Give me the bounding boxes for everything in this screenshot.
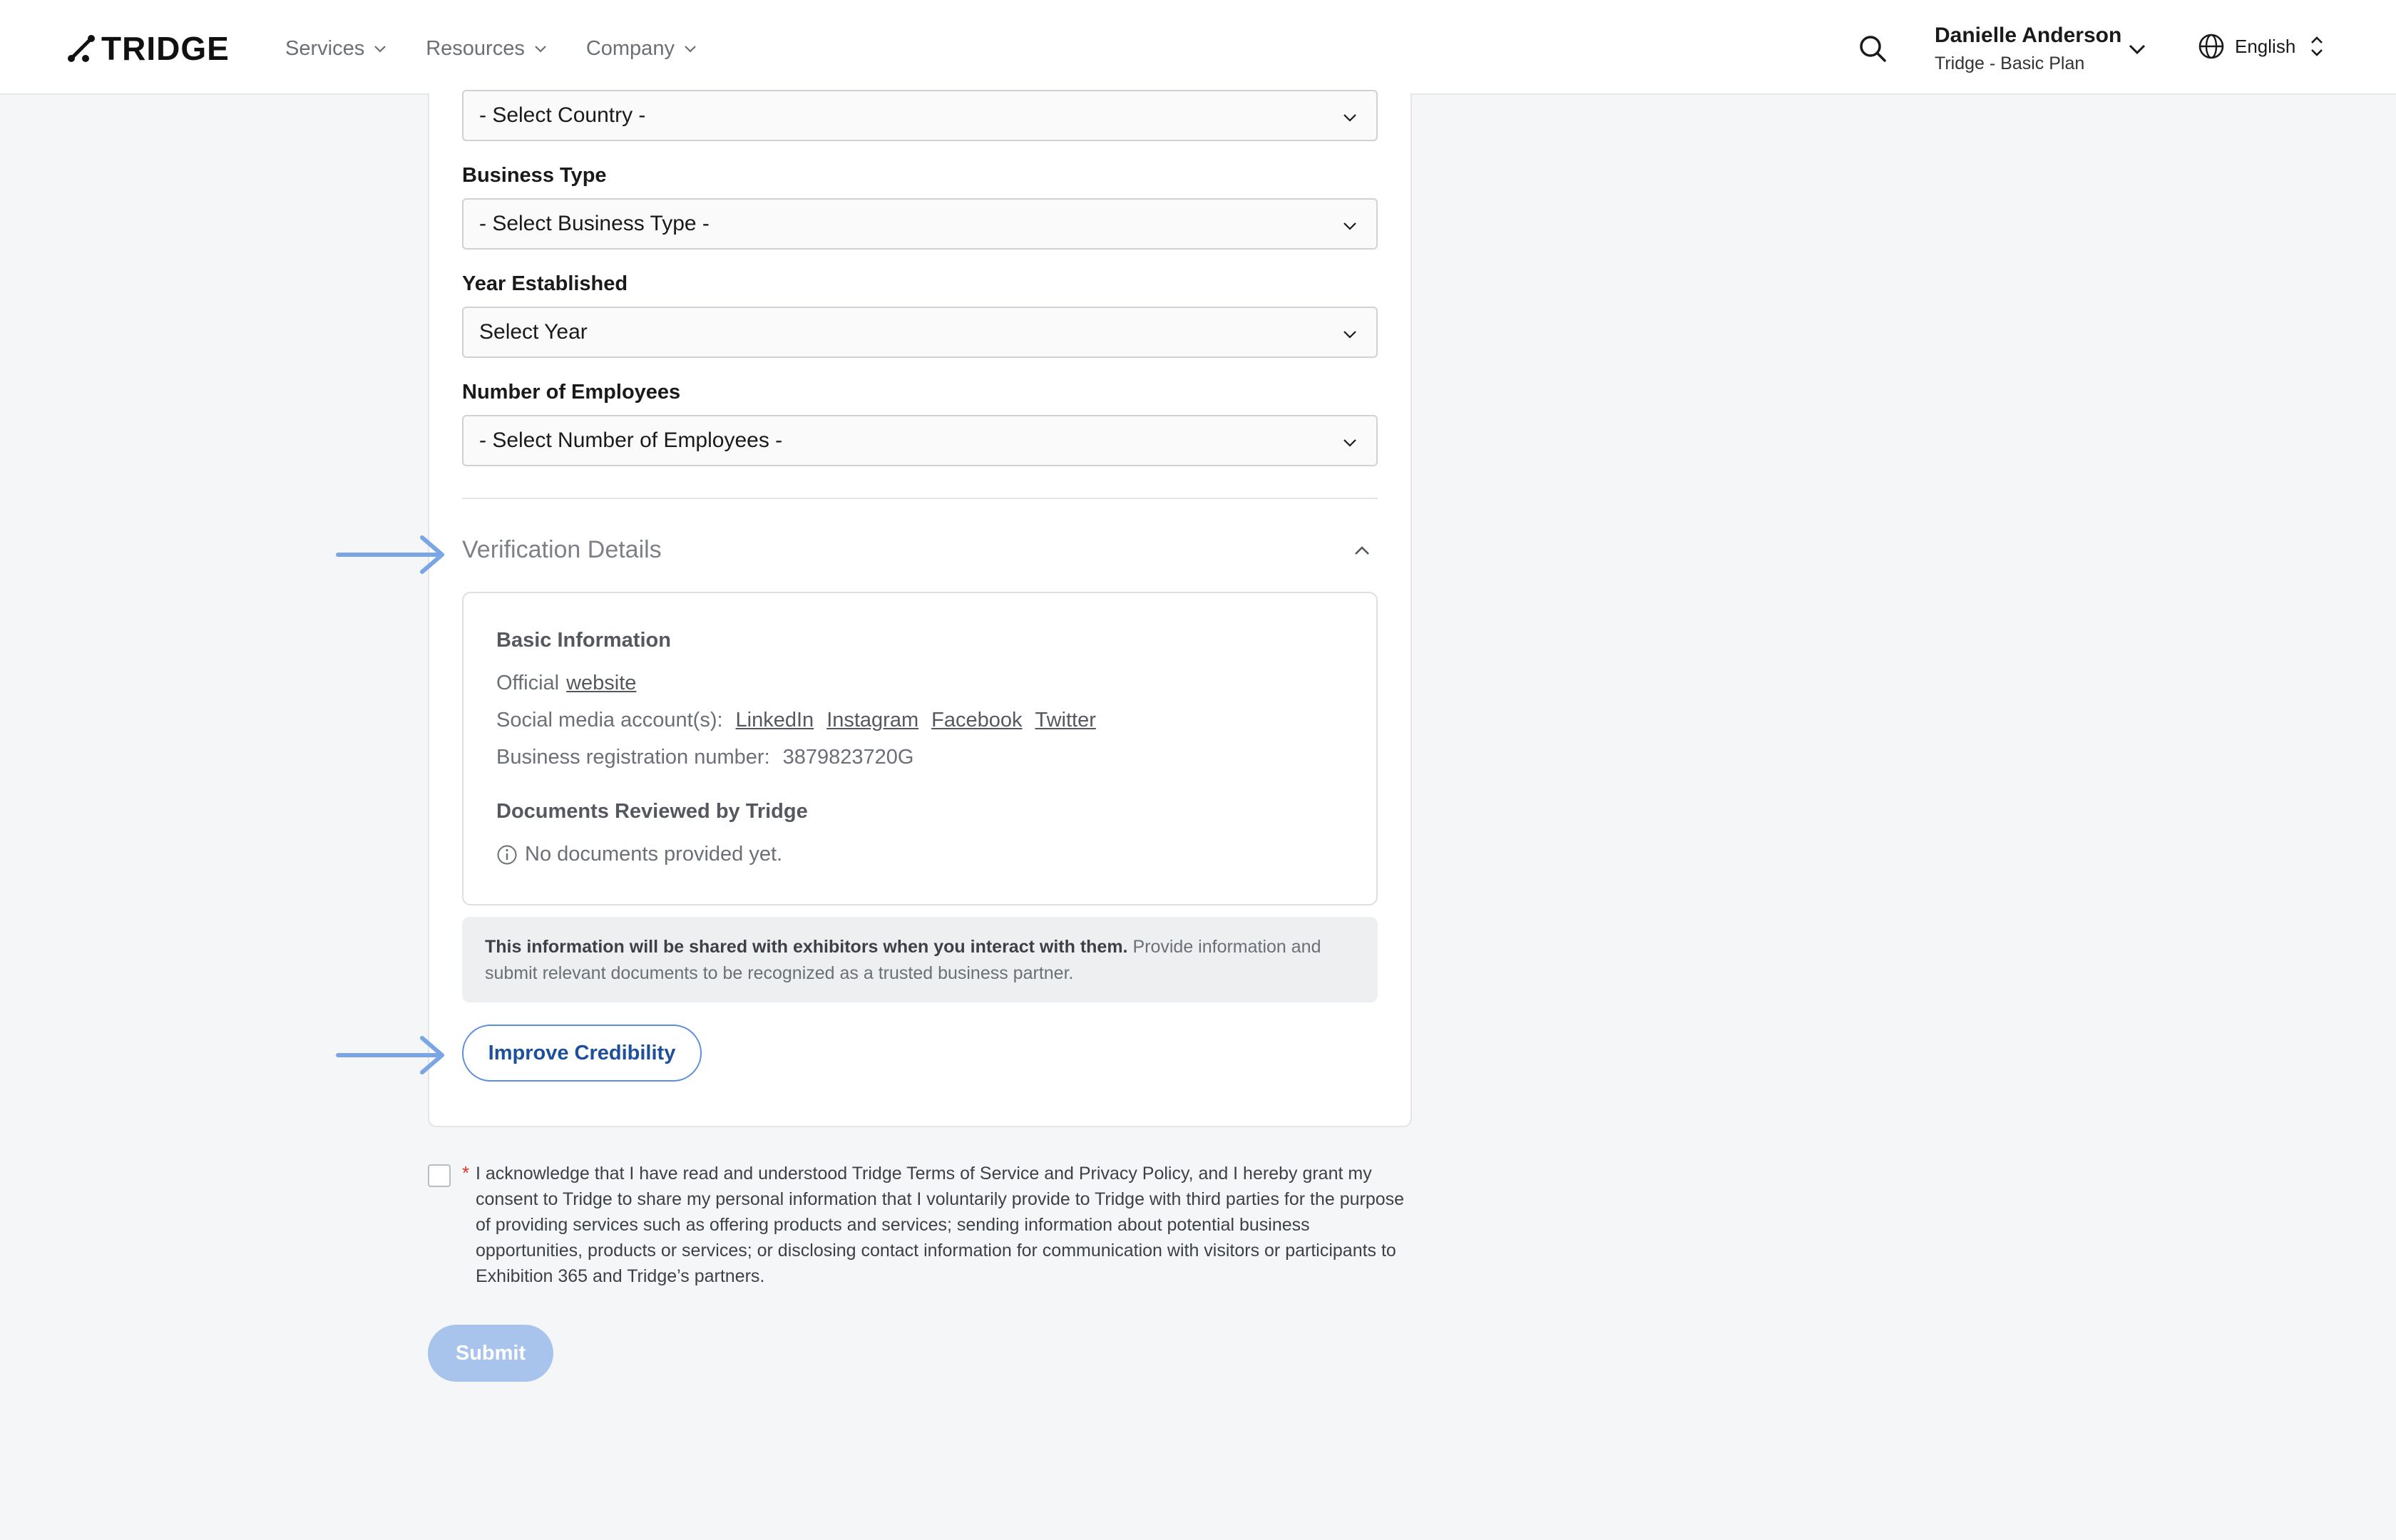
documents-empty-text: No documents provided yet. [525,843,783,866]
sharing-notice: This information will be shared with exh… [462,917,1378,1002]
business-type-label: Business Type [462,164,607,187]
chevron-down-icon [535,46,546,53]
nav-resources[interactable]: Resources [426,31,549,66]
verification-details-toggle[interactable]: Verification Details [462,536,662,564]
search-icon[interactable] [1855,31,1890,66]
registration-number-line: Business registration number: 3879823720… [496,746,913,769]
chevron-down-icon [374,46,386,53]
nav-resources-label: Resources [426,36,525,60]
user-name: Danielle Anderson [1935,24,2122,47]
year-established-label: Year Established [462,272,628,295]
instagram-link[interactable]: Instagram [826,709,918,732]
improve-credibility-button[interactable]: Improve Credibility [462,1025,702,1082]
required-mark: * [462,1162,470,1184]
basic-information-heading: Basic Information [496,629,671,652]
employees-label: Number of Employees [462,381,681,404]
registration-number-label: Business registration number: [496,746,770,769]
official-website-line: Official website [496,672,649,695]
language-label: English [2235,35,2296,57]
chevron-up-down-icon [2311,36,2323,56]
nav-company[interactable]: Company [586,31,699,66]
registration-number-value: 3879823720G [782,746,914,769]
language-selector[interactable]: English [2198,33,2327,60]
logo-mark-icon [68,35,95,62]
top-navigation-bar: TRIDGE Services Resources Company Daniel… [0,0,2396,95]
nav-services[interactable]: Services [285,31,389,66]
user-menu-chevron-icon[interactable] [2125,37,2149,61]
main-nav: Services Resources Company [285,31,736,66]
documents-reviewed-heading: Documents Reviewed by Tridge [496,800,808,823]
consent-checkbox[interactable] [428,1164,451,1187]
official-prefix: Official [496,672,560,694]
chevron-down-icon [1343,114,1356,122]
social-media-line: Social media account(s): LinkedIn Instag… [496,709,1109,732]
globe-icon [2198,34,2224,59]
business-type-select[interactable]: - Select Business Type - [462,198,1378,250]
official-website-link[interactable]: website [566,672,636,695]
year-established-select[interactable]: Select Year [462,307,1378,358]
country-select[interactable]: - Select Country - [462,90,1378,141]
tridge-logo[interactable]: TRIDGE [67,30,230,67]
user-menu[interactable]: Danielle Anderson Tridge - Basic Plan [1935,21,2121,76]
chevron-down-icon [685,46,696,53]
year-established-value: Select Year [479,320,588,344]
country-select-value: - Select Country - [479,103,646,127]
section-divider [462,498,1378,499]
employees-select[interactable]: - Select Number of Employees - [462,415,1378,466]
documents-empty-line: No documents provided yet. [496,843,782,866]
facebook-link[interactable]: Facebook [931,709,1022,732]
linkedin-link[interactable]: LinkedIn [736,709,814,732]
submit-button[interactable]: Submit [428,1325,553,1382]
employees-value: - Select Number of Employees - [479,428,783,452]
social-media-label: Social media account(s): [496,709,723,732]
chevron-down-icon [1343,439,1356,447]
twitter-link[interactable]: Twitter [1035,709,1096,732]
nav-services-label: Services [285,36,365,60]
chevron-up-icon[interactable] [1351,539,1373,562]
business-type-value: - Select Business Type - [479,212,710,235]
logo-text: TRIDGE [101,30,230,67]
notice-bold-text: This information will be shared with exh… [485,937,1128,957]
chevron-down-icon [1343,222,1356,230]
info-icon [497,845,517,864]
consent-text: I acknowledge that I have read and under… [476,1164,1405,1286]
annotation-arrow-icon [336,1036,444,1074]
chevron-down-icon [1343,331,1356,339]
annotation-arrow-icon [336,535,444,574]
user-plan: Tridge - Basic Plan [1935,53,2085,73]
nav-company-label: Company [585,36,675,60]
